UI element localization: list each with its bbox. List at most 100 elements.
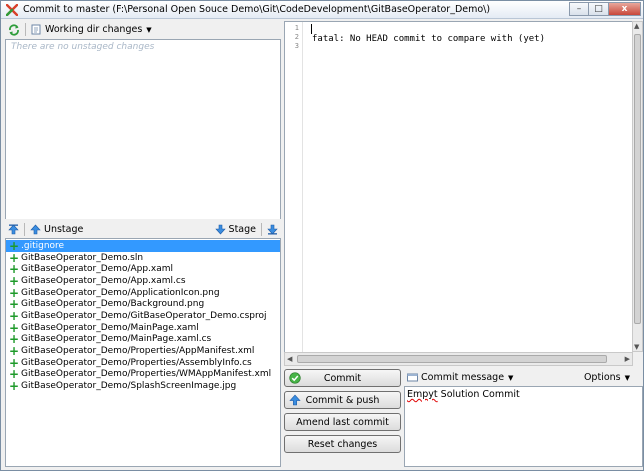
diff-horizontal-scrollbar[interactable]: ◀ ▶ bbox=[284, 352, 633, 366]
staged-file-name: GitBaseOperator_Demo.sln bbox=[21, 252, 144, 263]
scroll-down-arrow-icon[interactable]: ▼ bbox=[634, 343, 639, 351]
staged-file-row[interactable]: + GitBaseOperator_Demo/Background.png bbox=[6, 298, 280, 310]
working-dir-label: Working dir changes bbox=[45, 24, 143, 35]
scroll-up-arrow-icon[interactable]: ▲ bbox=[634, 22, 639, 30]
staged-file-name: GitBaseOperator_Demo/GitBaseOperator_Dem… bbox=[21, 310, 267, 321]
staged-file-name: GitBaseOperator_Demo/SplashScreenImage.j… bbox=[21, 381, 237, 392]
staged-file-name: GitBaseOperator_Demo/App.xaml.cs bbox=[21, 275, 186, 286]
window-controls: – □ x bbox=[569, 2, 641, 16]
added-file-icon: + bbox=[9, 355, 20, 370]
scroll-left-arrow-icon[interactable]: ◀ bbox=[287, 355, 292, 363]
unstaged-empty-text: There are no unstaged changes bbox=[11, 42, 155, 52]
staged-file-name: GitBaseOperator_Demo/App.xaml bbox=[21, 264, 174, 275]
unstage-all-icon bbox=[8, 224, 19, 234]
staged-file-row[interactable]: + GitBaseOperator_Demo/Properties/AppMani… bbox=[6, 345, 280, 357]
staged-file-row[interactable]: + GitBaseOperator_Demo/App.xaml.cs bbox=[6, 275, 280, 287]
commit-and-push-button[interactable]: Commit & push bbox=[284, 391, 401, 409]
staged-file-name: GitBaseOperator_Demo/Properties/Assembly… bbox=[21, 357, 252, 368]
staged-file-name: .gitignore bbox=[21, 240, 65, 251]
staged-file-row[interactable]: + GitBaseOperator_Demo/GitBaseOperator_De… bbox=[6, 310, 280, 322]
unstage-button[interactable]: Unstage bbox=[27, 222, 86, 237]
staged-file-row[interactable]: + GitBaseOperator_Demo/Properties/WMAppMa… bbox=[6, 367, 280, 382]
line-number: 1 bbox=[294, 24, 299, 32]
staged-file-name: GitBaseOperator_Demo/Properties/WMAppMan… bbox=[21, 369, 272, 380]
commit-message-dropdown[interactable]: Commit message ▼ bbox=[404, 370, 516, 385]
chevron-down-icon: ▼ bbox=[624, 373, 630, 382]
amend-last-commit-button[interactable]: Amend last commit bbox=[284, 413, 401, 431]
chevron-down-icon: ▼ bbox=[146, 25, 152, 34]
added-file-icon: + bbox=[9, 379, 20, 394]
options-dropdown[interactable]: Options ▼ bbox=[581, 370, 633, 385]
unstaged-toolbar: Working dir changes ▼ bbox=[5, 21, 281, 38]
commit-message-toolbar: Commit message ▼ Options ▼ bbox=[404, 369, 633, 386]
working-dir-dropdown[interactable]: Working dir changes ▼ bbox=[28, 22, 155, 37]
added-file-icon: + bbox=[9, 308, 20, 323]
unstaged-list[interactable]: There are no unstaged changes bbox=[5, 39, 281, 234]
window-title: Commit to master (F:\Personal Open Souce… bbox=[23, 4, 491, 15]
close-button[interactable]: x bbox=[609, 2, 641, 16]
unstage-label: Unstage bbox=[44, 223, 84, 235]
maximize-button[interactable]: □ bbox=[589, 2, 609, 16]
staged-list[interactable]: + .gitignore + GitBaseOperator_Demo.sln + Git… bbox=[5, 238, 281, 467]
stage-label: Stage bbox=[228, 223, 256, 235]
commit-label: Commit bbox=[323, 372, 362, 384]
added-file-icon: + bbox=[9, 262, 20, 277]
stage-all-button[interactable] bbox=[264, 222, 281, 237]
unstage-all-button[interactable] bbox=[5, 222, 22, 237]
amend-label: Amend last commit bbox=[296, 416, 389, 428]
staged-file-row[interactable]: + GitBaseOperator_Demo/App.xaml bbox=[6, 263, 280, 275]
commit-push-label: Commit & push bbox=[305, 394, 380, 406]
commit-message-rest: Solution Commit bbox=[437, 389, 520, 400]
staged-file-name: GitBaseOperator_Demo/Background.png bbox=[21, 299, 205, 310]
options-label: Options bbox=[583, 372, 621, 383]
scrollbar-thumb[interactable] bbox=[634, 34, 641, 324]
diff-text: fatal: No HEAD commit to compare with (y… bbox=[312, 34, 545, 44]
commit-button[interactable]: Commit bbox=[284, 369, 401, 387]
stage-all-icon bbox=[267, 224, 278, 234]
staged-file-row[interactable]: + GitBaseOperator_Demo/MainPage.xaml.cs bbox=[6, 332, 280, 347]
staged-file-name: GitBaseOperator_Demo/MainPage.xaml bbox=[21, 322, 199, 333]
staged-file-row[interactable]: + GitBaseOperator_Demo/SplashScreenImage.… bbox=[6, 380, 280, 392]
staged-file-row[interactable]: + GitBaseOperator_Demo/MainPage.xaml bbox=[6, 322, 280, 334]
toolbar-separator bbox=[25, 23, 26, 36]
commit-message-input[interactable]: Empyt Solution Commit bbox=[404, 386, 643, 467]
reset-changes-button[interactable]: Reset changes bbox=[284, 435, 401, 453]
git-extensions-icon bbox=[6, 4, 18, 16]
reset-label: Reset changes bbox=[307, 438, 378, 450]
stage-button[interactable]: Stage bbox=[212, 222, 259, 237]
refresh-icon bbox=[9, 23, 19, 36]
diff-viewer[interactable]: 123 fatal: No HEAD commit to compare wit… bbox=[284, 21, 633, 366]
staged-file-row[interactable]: + .gitignore bbox=[6, 240, 280, 252]
toolbar-separator bbox=[261, 222, 262, 236]
staged-file-name: GitBaseOperator_Demo/ApplicationIcon.png bbox=[21, 287, 220, 298]
added-file-icon: + bbox=[9, 273, 20, 288]
refresh-button[interactable] bbox=[5, 22, 23, 37]
scrollbar-thumb[interactable] bbox=[297, 355, 607, 363]
commit-actions: Commit Commit & push Amend last commit R… bbox=[284, 369, 401, 467]
message-icon bbox=[407, 373, 418, 382]
left-pane: Working dir changes ▼ There are no unsta… bbox=[5, 21, 281, 467]
staged-file-row[interactable]: + GitBaseOperator_Demo.sln bbox=[6, 252, 280, 264]
unstage-arrow-up-icon bbox=[30, 224, 41, 234]
title-bar[interactable]: Commit to master (F:\Personal Open Souce… bbox=[1, 1, 643, 19]
added-file-icon: + bbox=[9, 238, 20, 253]
line-number: 2 bbox=[294, 33, 299, 41]
added-file-icon: + bbox=[9, 332, 20, 347]
commit-window: Commit to master (F:\Personal Open Souce… bbox=[0, 0, 644, 471]
diff-vertical-scrollbar[interactable]: ▲ ▼ bbox=[632, 21, 643, 352]
staged-file-name: GitBaseOperator_Demo/Properties/AppManif… bbox=[21, 346, 255, 357]
scroll-right-arrow-icon[interactable]: ▶ bbox=[625, 355, 630, 363]
added-file-icon: + bbox=[9, 297, 20, 312]
staged-file-row[interactable]: + GitBaseOperator_Demo/Properties/Assembl… bbox=[6, 357, 280, 369]
commit-message-text: Empyt Solution Commit bbox=[405, 387, 642, 402]
check-icon bbox=[289, 372, 301, 384]
text-cursor bbox=[311, 24, 312, 34]
stage-toolbar: Unstage Stage bbox=[5, 219, 281, 239]
staged-file-row[interactable]: + GitBaseOperator_Demo/ApplicationIcon.pn… bbox=[6, 287, 280, 299]
added-file-icon: + bbox=[9, 320, 20, 335]
line-number-gutter: 123 bbox=[285, 22, 303, 365]
added-file-icon: + bbox=[9, 367, 20, 382]
added-file-icon: + bbox=[9, 344, 20, 359]
added-file-icon: + bbox=[9, 285, 20, 300]
minimize-button[interactable]: – bbox=[569, 2, 589, 16]
